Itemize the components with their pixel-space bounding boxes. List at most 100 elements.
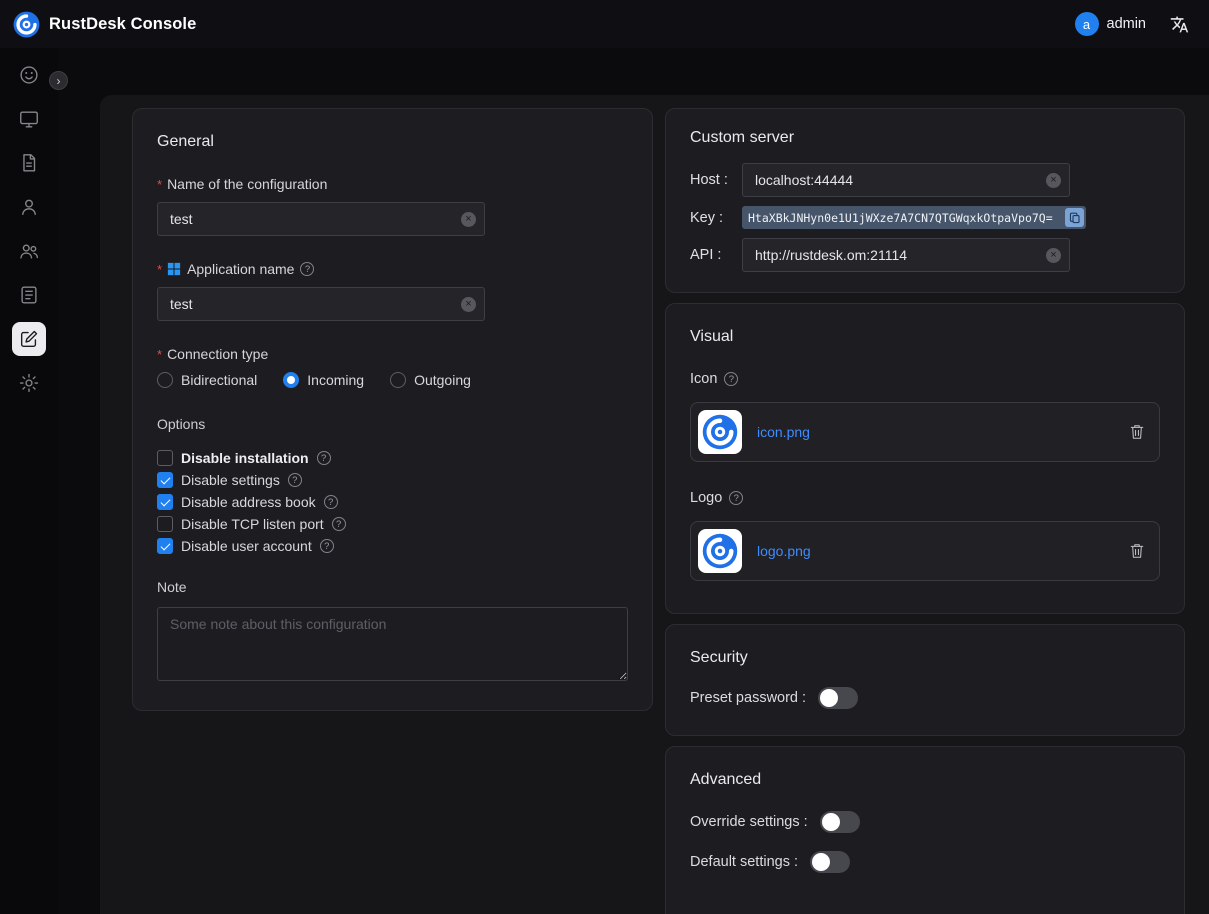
checkbox-label: Disable settings [181,472,280,488]
clear-icon[interactable]: × [1046,248,1061,263]
checkbox-disable-user-account[interactable]: Disable user account ? [157,535,628,557]
override-settings-label: Override settings : [690,814,808,830]
radio-incoming[interactable]: Incoming [283,372,364,388]
sidebar-item-monitor-icon[interactable] [12,102,46,136]
checkbox-box [157,516,173,532]
help-icon[interactable]: ? [317,451,331,465]
sidebar-item-logs-icon[interactable] [12,278,46,312]
help-icon[interactable]: ? [320,539,334,553]
trash-icon[interactable] [1129,542,1145,560]
app-title: RustDesk Console [49,15,196,34]
checkbox-disable-address-book[interactable]: Disable address book ? [157,491,628,513]
help-icon[interactable]: ? [300,262,314,276]
checkbox-disable-tcp-listen-port[interactable]: Disable TCP listen port ? [157,513,628,535]
radio-circle-selected [283,372,299,388]
radio-label: Bidirectional [181,372,257,388]
icon-preview [698,410,742,454]
radio-circle [390,372,406,388]
options-label: Options [157,416,628,432]
radio-outgoing[interactable]: Outgoing [390,372,471,388]
required-mark: * [157,177,162,192]
translate-icon[interactable] [1170,15,1189,34]
api-input[interactable] [742,238,1070,272]
connection-type-label-text: Connection type [167,346,268,362]
toggle-knob [820,689,838,707]
sidebar-item-users-icon[interactable] [12,234,46,268]
username: admin [1107,16,1147,32]
icon-upload-box: icon.png [690,402,1160,462]
rustdesk-logo-icon [13,11,40,38]
preset-password-row: Preset password : [690,687,1160,709]
app-name-label-text: Application name [187,261,294,277]
advanced-card: Advanced Override settings : Default set… [665,746,1185,914]
clear-icon[interactable]: × [1046,173,1061,188]
checkbox-disable-settings[interactable]: Disable settings ? [157,469,628,491]
security-card: Security Preset password : [665,624,1185,736]
user-menu[interactable]: a admin [1075,12,1147,36]
override-settings-toggle[interactable] [820,811,860,833]
general-card: General * Name of the configuration × * … [132,108,653,711]
app-name-input-wrap: × [157,287,485,321]
sidebar-collapse-button[interactable]: › [49,71,68,90]
config-name-label-text: Name of the configuration [167,176,327,192]
connection-type-label: * Connection type [157,346,628,362]
default-settings-toggle[interactable] [810,851,850,873]
left-column: General * Name of the configuration × * … [132,108,653,914]
radio-bidirectional[interactable]: Bidirectional [157,372,257,388]
sidebar-item-settings-icon[interactable] [12,366,46,400]
visual-card: Visual Icon ? icon.png Logo ? [665,303,1185,614]
host-input[interactable] [742,163,1070,197]
config-name-label: * Name of the configuration [157,176,628,192]
icon-file-link[interactable]: icon.png [757,424,810,440]
clear-icon[interactable]: × [461,297,476,312]
checkbox-label: Disable address book [181,494,316,510]
brand: RustDesk Console [13,11,196,38]
logo-preview [698,529,742,573]
radio-circle [157,372,173,388]
checkbox-disable-installation[interactable]: Disable installation ? [157,447,628,469]
help-icon[interactable]: ? [324,495,338,509]
note-textarea[interactable] [157,607,628,681]
host-row: Host : × [690,163,1160,197]
options-checkbox-list: Disable installation ? Disable settings … [157,447,628,557]
preset-password-toggle[interactable] [818,687,858,709]
checkbox-box-checked [157,538,173,554]
help-icon[interactable]: ? [729,491,743,505]
required-mark: * [157,262,162,277]
key-value-box[interactable]: HtaXBkJNHyn0e1U1jWXze7A7CN7QTGWqxkOtpaVp… [742,206,1086,229]
sidebar-item-edit-icon[interactable] [12,322,46,356]
avatar[interactable]: a [1075,12,1099,36]
api-row: API : × [690,238,1160,272]
logo-upload-box: logo.png [690,521,1160,581]
security-title: Security [690,649,1160,667]
app-name-input[interactable] [157,287,485,321]
windows-icon [167,262,181,276]
required-mark: * [157,347,162,362]
right-column: Custom server Host : × Key : HtaXBkJNHyn… [665,108,1185,914]
checkbox-box-checked [157,472,173,488]
config-name-input-wrap: × [157,202,485,236]
help-icon[interactable]: ? [332,517,346,531]
advanced-title: Advanced [690,771,1160,789]
help-icon[interactable]: ? [724,372,738,386]
config-name-input[interactable] [157,202,485,236]
sidebar [0,48,58,914]
sidebar-item-user-icon[interactable] [12,190,46,224]
trash-icon[interactable] [1129,423,1145,441]
sidebar-item-document-icon[interactable] [12,146,46,180]
sidebar-item-smiley-icon[interactable] [12,58,46,92]
checkbox-box [157,450,173,466]
custom-server-card: Custom server Host : × Key : HtaXBkJNHyn… [665,108,1185,293]
logo-file-link[interactable]: logo.png [757,543,811,559]
help-icon[interactable]: ? [288,473,302,487]
radio-label: Incoming [307,372,364,388]
key-row: Key : HtaXBkJNHyn0e1U1jWXze7A7CN7QTGWqxk… [690,206,1160,229]
copy-icon[interactable] [1065,208,1084,227]
override-settings-row: Override settings : [690,811,1160,833]
clear-icon[interactable]: × [461,212,476,227]
checkbox-label: Disable TCP listen port [181,516,324,532]
content-panel: General * Name of the configuration × * … [100,95,1209,914]
visual-title: Visual [690,328,1160,346]
app-name-label: * Application name ? [157,261,628,277]
custom-server-title: Custom server [690,129,1160,147]
